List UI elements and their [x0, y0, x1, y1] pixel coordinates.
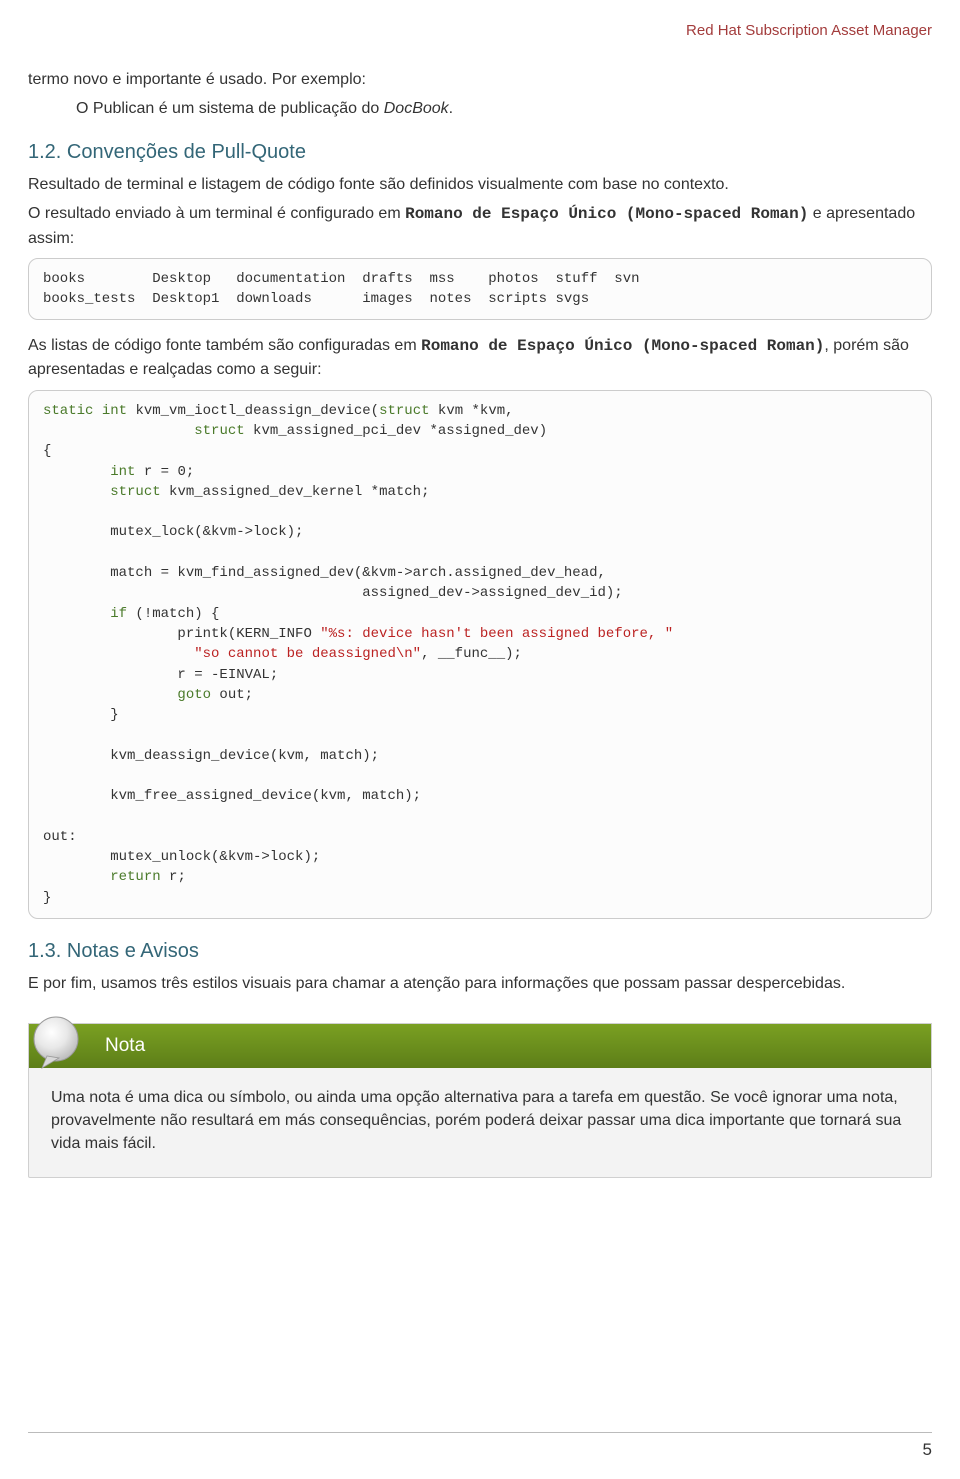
text: kvm_free_assigned_device(kvm, match);: [43, 788, 421, 804]
text: kvm_deassign_device(kvm, match);: [43, 748, 379, 764]
text: As listas de código fonte também são con…: [28, 337, 421, 354]
kw-int: int: [110, 464, 135, 480]
text: {: [43, 443, 51, 459]
text: out;: [211, 687, 253, 703]
note-header: Nota: [29, 1024, 931, 1068]
text: [43, 606, 110, 622]
text: mutex_lock(&kvm->lock);: [43, 524, 303, 540]
text: (!match) {: [127, 606, 219, 622]
text: printk(KERN_INFO: [43, 626, 320, 642]
section-heading-1-3: 1.3. Notas e Avisos: [28, 937, 932, 966]
italic-term: DocBook: [384, 100, 449, 117]
paragraph: O resultado enviado à um terminal é conf…: [28, 202, 932, 249]
text: [43, 646, 194, 662]
kw-int: int: [102, 403, 127, 419]
text: [93, 403, 101, 419]
example-paragraph: O Publican é um sistema de publicação do…: [76, 97, 932, 120]
text: assigned_dev->assigned_dev_id);: [43, 585, 623, 601]
note-label: Nota: [105, 1032, 145, 1060]
text: kvm_assigned_dev_kernel *match;: [161, 484, 430, 500]
kw-struct: struct: [194, 423, 244, 439]
text: , __func__);: [421, 646, 522, 662]
text: out:: [43, 829, 77, 845]
text: match = kvm_find_assigned_dev(&kvm->arch…: [43, 565, 606, 581]
text: mutex_unlock(&kvm->lock);: [43, 849, 320, 865]
paragraph: E por fim, usamos três estilos visuais p…: [28, 972, 932, 995]
paragraph: Resultado de terminal e listagem de códi…: [28, 173, 932, 196]
kw-return: return: [110, 869, 160, 885]
text: r = 0;: [135, 464, 194, 480]
string-literal: "%s: device hasn't been assigned before,…: [320, 626, 673, 642]
text: }: [43, 890, 51, 906]
string-literal: "so cannot be deassigned\n": [194, 646, 421, 662]
text: [43, 423, 194, 439]
kw-struct: struct: [110, 484, 160, 500]
text: }: [43, 707, 119, 723]
kw-static: static: [43, 403, 93, 419]
code-listing: static int kvm_vm_ioctl_deassign_device(…: [28, 390, 932, 919]
text: [43, 484, 110, 500]
text: O Publican é um sistema de publicação do: [76, 100, 384, 117]
footer-rule: [28, 1432, 932, 1433]
text: [43, 869, 110, 885]
text: kvm_vm_ioctl_deassign_device(: [127, 403, 379, 419]
running-header: Red Hat Subscription Asset Manager: [28, 20, 932, 42]
text: .: [449, 100, 453, 117]
note-admonition: Nota Uma nota é uma dica ou símbolo, ou …: [28, 1023, 932, 1178]
kw-struct: struct: [379, 403, 429, 419]
text: kvm_assigned_pci_dev *assigned_dev): [245, 423, 547, 439]
text: r;: [161, 869, 186, 885]
paragraph: As listas de código fonte também são con…: [28, 334, 932, 381]
text: O resultado enviado à um terminal é conf…: [28, 205, 405, 222]
kw-goto: goto: [177, 687, 211, 703]
note-body: Uma nota é uma dica ou símbolo, ou ainda…: [29, 1068, 931, 1178]
paragraph: termo novo e importante é usado. Por exe…: [28, 68, 932, 91]
speech-bubble-icon: [27, 1012, 89, 1074]
text: [43, 687, 177, 703]
section-heading-1-2: 1.2. Convenções de Pull-Quote: [28, 138, 932, 167]
page-number: 5: [923, 1438, 932, 1463]
text: r = -EINVAL;: [43, 667, 278, 683]
mono-term: Romano de Espaço Único (Mono-spaced Roma…: [421, 337, 824, 355]
kw-if: if: [110, 606, 127, 622]
terminal-output: books Desktop documentation drafts mss p…: [28, 258, 932, 321]
mono-term: Romano de Espaço Único (Mono-spaced Roma…: [405, 205, 808, 223]
text: [43, 464, 110, 480]
text: kvm *kvm,: [430, 403, 514, 419]
